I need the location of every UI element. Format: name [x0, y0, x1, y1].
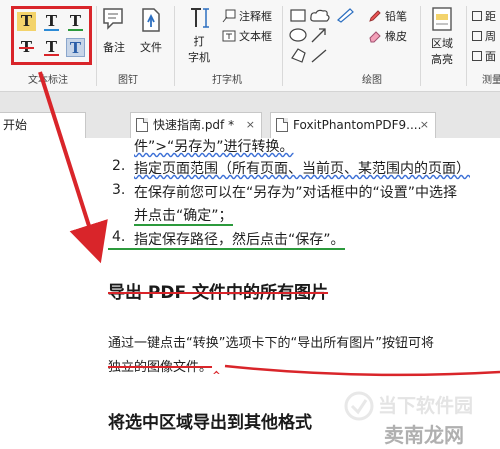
annotation-arrows-overlay	[38, 71, 500, 377]
watermark: 当下软件园 卖南龙网	[340, 385, 500, 449]
red-annotation-arrow	[38, 71, 108, 264]
watermark-line-1: 当下软件园	[378, 395, 474, 417]
red-annotation-stroke	[224, 364, 500, 377]
watermark-logo-icon	[344, 391, 374, 421]
watermark-line-2: 卖南龙网	[384, 423, 464, 447]
